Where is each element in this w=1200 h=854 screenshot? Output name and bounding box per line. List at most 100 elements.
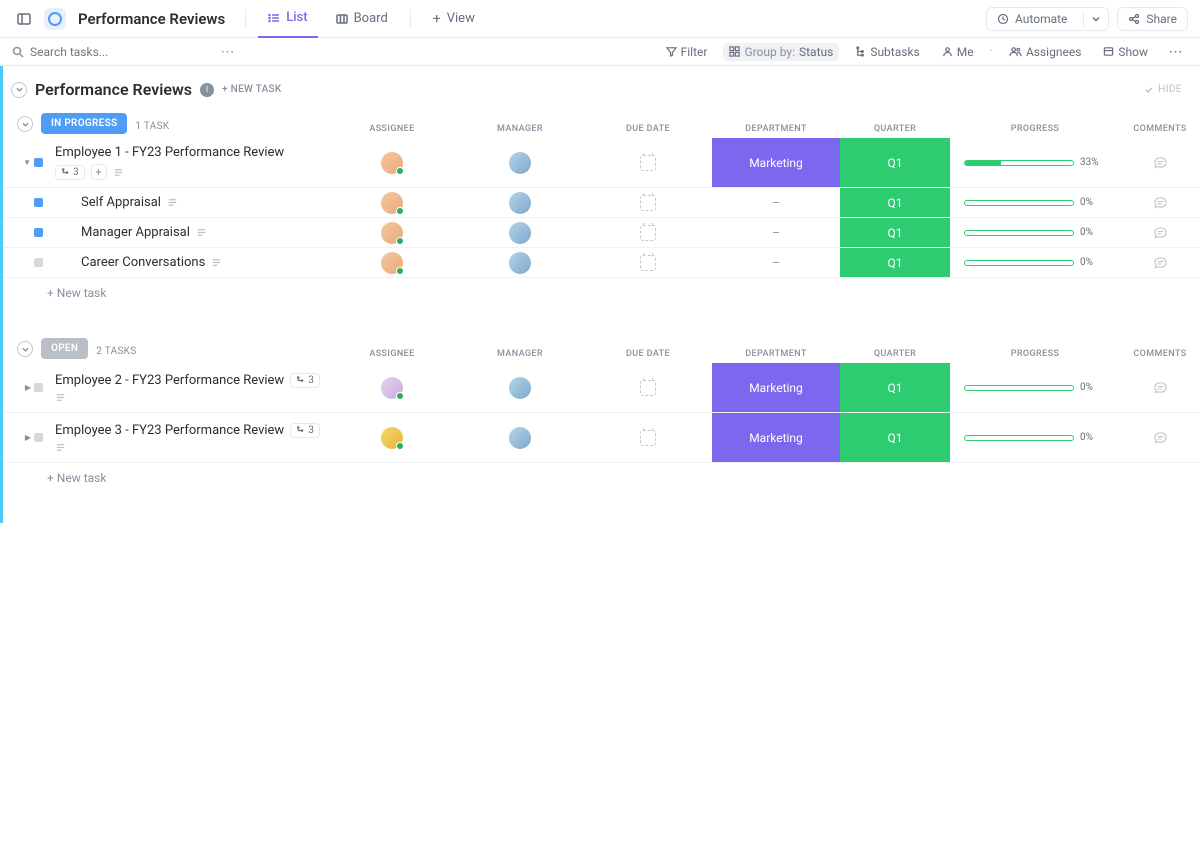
quarter-cell[interactable]: Q1	[840, 413, 950, 462]
status-square[interactable]	[34, 158, 43, 167]
department-cell[interactable]: –	[712, 188, 840, 217]
chevron-down-icon[interactable]	[1083, 11, 1108, 27]
info-icon[interactable]: i	[200, 83, 214, 97]
task-name[interactable]: Career Conversations	[81, 255, 205, 270]
assignee-cell[interactable]	[328, 363, 456, 412]
quarter-cell[interactable]: Q1	[840, 188, 950, 217]
subtask-count-badge[interactable]: 3	[55, 165, 85, 180]
search-input[interactable]	[30, 45, 210, 59]
more-options-icon[interactable]: ⋯	[1164, 40, 1188, 64]
task-row[interactable]: ▼ Employee 1 - FY23 Performance Review 3…	[3, 138, 1200, 188]
department-cell[interactable]: Marketing	[712, 363, 840, 412]
tab-add-view[interactable]: + View	[423, 0, 485, 38]
task-row[interactable]: ▶ Employee 3 - FY23 Performance Review 3…	[3, 413, 1200, 463]
automate-button[interactable]: Automate	[986, 7, 1109, 31]
task-row[interactable]: ▶ Employee 2 - FY23 Performance Review 3…	[3, 363, 1200, 413]
progress-cell[interactable]: 0%	[950, 363, 1120, 412]
task-row[interactable]: Manager Appraisal – Q1 0%	[3, 218, 1200, 248]
assignee-cell[interactable]	[328, 138, 456, 187]
more-icon[interactable]: ⋯	[216, 40, 240, 64]
task-name[interactable]: Employee 3 - FY23 Performance Review	[55, 423, 284, 438]
share-button[interactable]: Share	[1117, 7, 1188, 31]
department-cell[interactable]: Marketing	[712, 138, 840, 187]
duedate-cell[interactable]	[584, 413, 712, 462]
collapse-group-icon[interactable]	[17, 116, 33, 132]
col-progress: PROGRESS	[950, 349, 1120, 363]
show-button[interactable]: Show	[1097, 43, 1154, 61]
description-icon[interactable]	[55, 442, 66, 453]
comments-cell[interactable]	[1120, 218, 1200, 247]
progress-cell[interactable]: 0%	[950, 188, 1120, 217]
duedate-cell[interactable]	[584, 363, 712, 412]
duedate-cell[interactable]	[584, 188, 712, 217]
comments-cell[interactable]	[1120, 413, 1200, 462]
comments-cell[interactable]	[1120, 248, 1200, 277]
status-square[interactable]	[34, 258, 43, 267]
duedate-cell[interactable]	[584, 218, 712, 247]
quarter-cell[interactable]: Q1	[840, 138, 950, 187]
status-pill[interactable]: IN PROGRESS	[41, 113, 127, 134]
comments-cell[interactable]	[1120, 363, 1200, 412]
expand-icon[interactable]: ▶	[25, 383, 31, 392]
subtasks-button[interactable]: Subtasks	[849, 43, 925, 61]
progress-cell[interactable]: 33%	[950, 138, 1120, 187]
new-task-link[interactable]: + NEW TASK	[222, 84, 281, 95]
task-name[interactable]: Self Appraisal	[81, 195, 161, 210]
manager-cell[interactable]	[456, 363, 584, 412]
comments-cell[interactable]	[1120, 138, 1200, 187]
task-row[interactable]: Career Conversations – Q1 0%	[3, 248, 1200, 278]
department-cell[interactable]: Marketing	[712, 413, 840, 462]
tab-list[interactable]: List	[258, 0, 317, 38]
description-icon[interactable]	[211, 257, 222, 268]
subtask-count-badge[interactable]: 3	[290, 373, 320, 388]
add-task-row[interactable]: + New task	[3, 278, 1200, 308]
progress-cell[interactable]: 0%	[950, 248, 1120, 277]
subtask-count-badge[interactable]: 3	[290, 423, 320, 438]
sidebar-toggle-icon[interactable]	[12, 7, 36, 31]
manager-cell[interactable]	[456, 413, 584, 462]
status-pill[interactable]: OPEN	[41, 338, 88, 359]
manager-cell[interactable]	[456, 248, 584, 277]
assignee-cell[interactable]	[328, 218, 456, 247]
description-icon[interactable]	[55, 392, 66, 403]
task-row[interactable]: Self Appraisal – Q1 0%	[3, 188, 1200, 218]
manager-cell[interactable]	[456, 218, 584, 247]
description-icon[interactable]	[167, 197, 178, 208]
progress-cell[interactable]: 0%	[950, 413, 1120, 462]
collapse-group-icon[interactable]	[17, 341, 33, 357]
task-name[interactable]: Employee 1 - FY23 Performance Review	[55, 145, 284, 160]
assignee-cell[interactable]	[328, 188, 456, 217]
manager-cell[interactable]	[456, 188, 584, 217]
me-button[interactable]: Me	[936, 43, 980, 61]
status-square[interactable]	[34, 228, 43, 237]
expand-icon[interactable]: ▼	[23, 158, 31, 167]
comments-cell[interactable]	[1120, 188, 1200, 217]
groupby-button[interactable]: Group by: Status	[723, 43, 839, 61]
add-subtask-button[interactable]: +	[91, 164, 107, 180]
progress-cell[interactable]: 0%	[950, 218, 1120, 247]
assignees-button[interactable]: Assignees	[1003, 43, 1087, 61]
expand-icon[interactable]: ▶	[25, 433, 31, 442]
duedate-cell[interactable]	[584, 138, 712, 187]
add-task-row[interactable]: + New task	[3, 463, 1200, 493]
quarter-cell[interactable]: Q1	[840, 363, 950, 412]
status-square[interactable]	[34, 198, 43, 207]
tab-board[interactable]: Board	[326, 0, 398, 38]
duedate-cell[interactable]	[584, 248, 712, 277]
hide-link[interactable]: HIDE	[1144, 84, 1182, 95]
description-icon[interactable]	[196, 227, 207, 238]
department-cell[interactable]: –	[712, 218, 840, 247]
collapse-list-icon[interactable]	[11, 82, 27, 98]
assignee-cell[interactable]	[328, 248, 456, 277]
quarter-cell[interactable]: Q1	[840, 218, 950, 247]
assignee-cell[interactable]	[328, 413, 456, 462]
status-square[interactable]	[34, 433, 43, 442]
description-icon[interactable]	[113, 167, 124, 178]
status-square[interactable]	[34, 383, 43, 392]
filter-button[interactable]: Filter	[660, 43, 714, 61]
task-name[interactable]: Employee 2 - FY23 Performance Review	[55, 373, 284, 388]
manager-cell[interactable]	[456, 138, 584, 187]
task-name[interactable]: Manager Appraisal	[81, 225, 190, 240]
quarter-cell[interactable]: Q1	[840, 248, 950, 277]
department-cell[interactable]: –	[712, 248, 840, 277]
